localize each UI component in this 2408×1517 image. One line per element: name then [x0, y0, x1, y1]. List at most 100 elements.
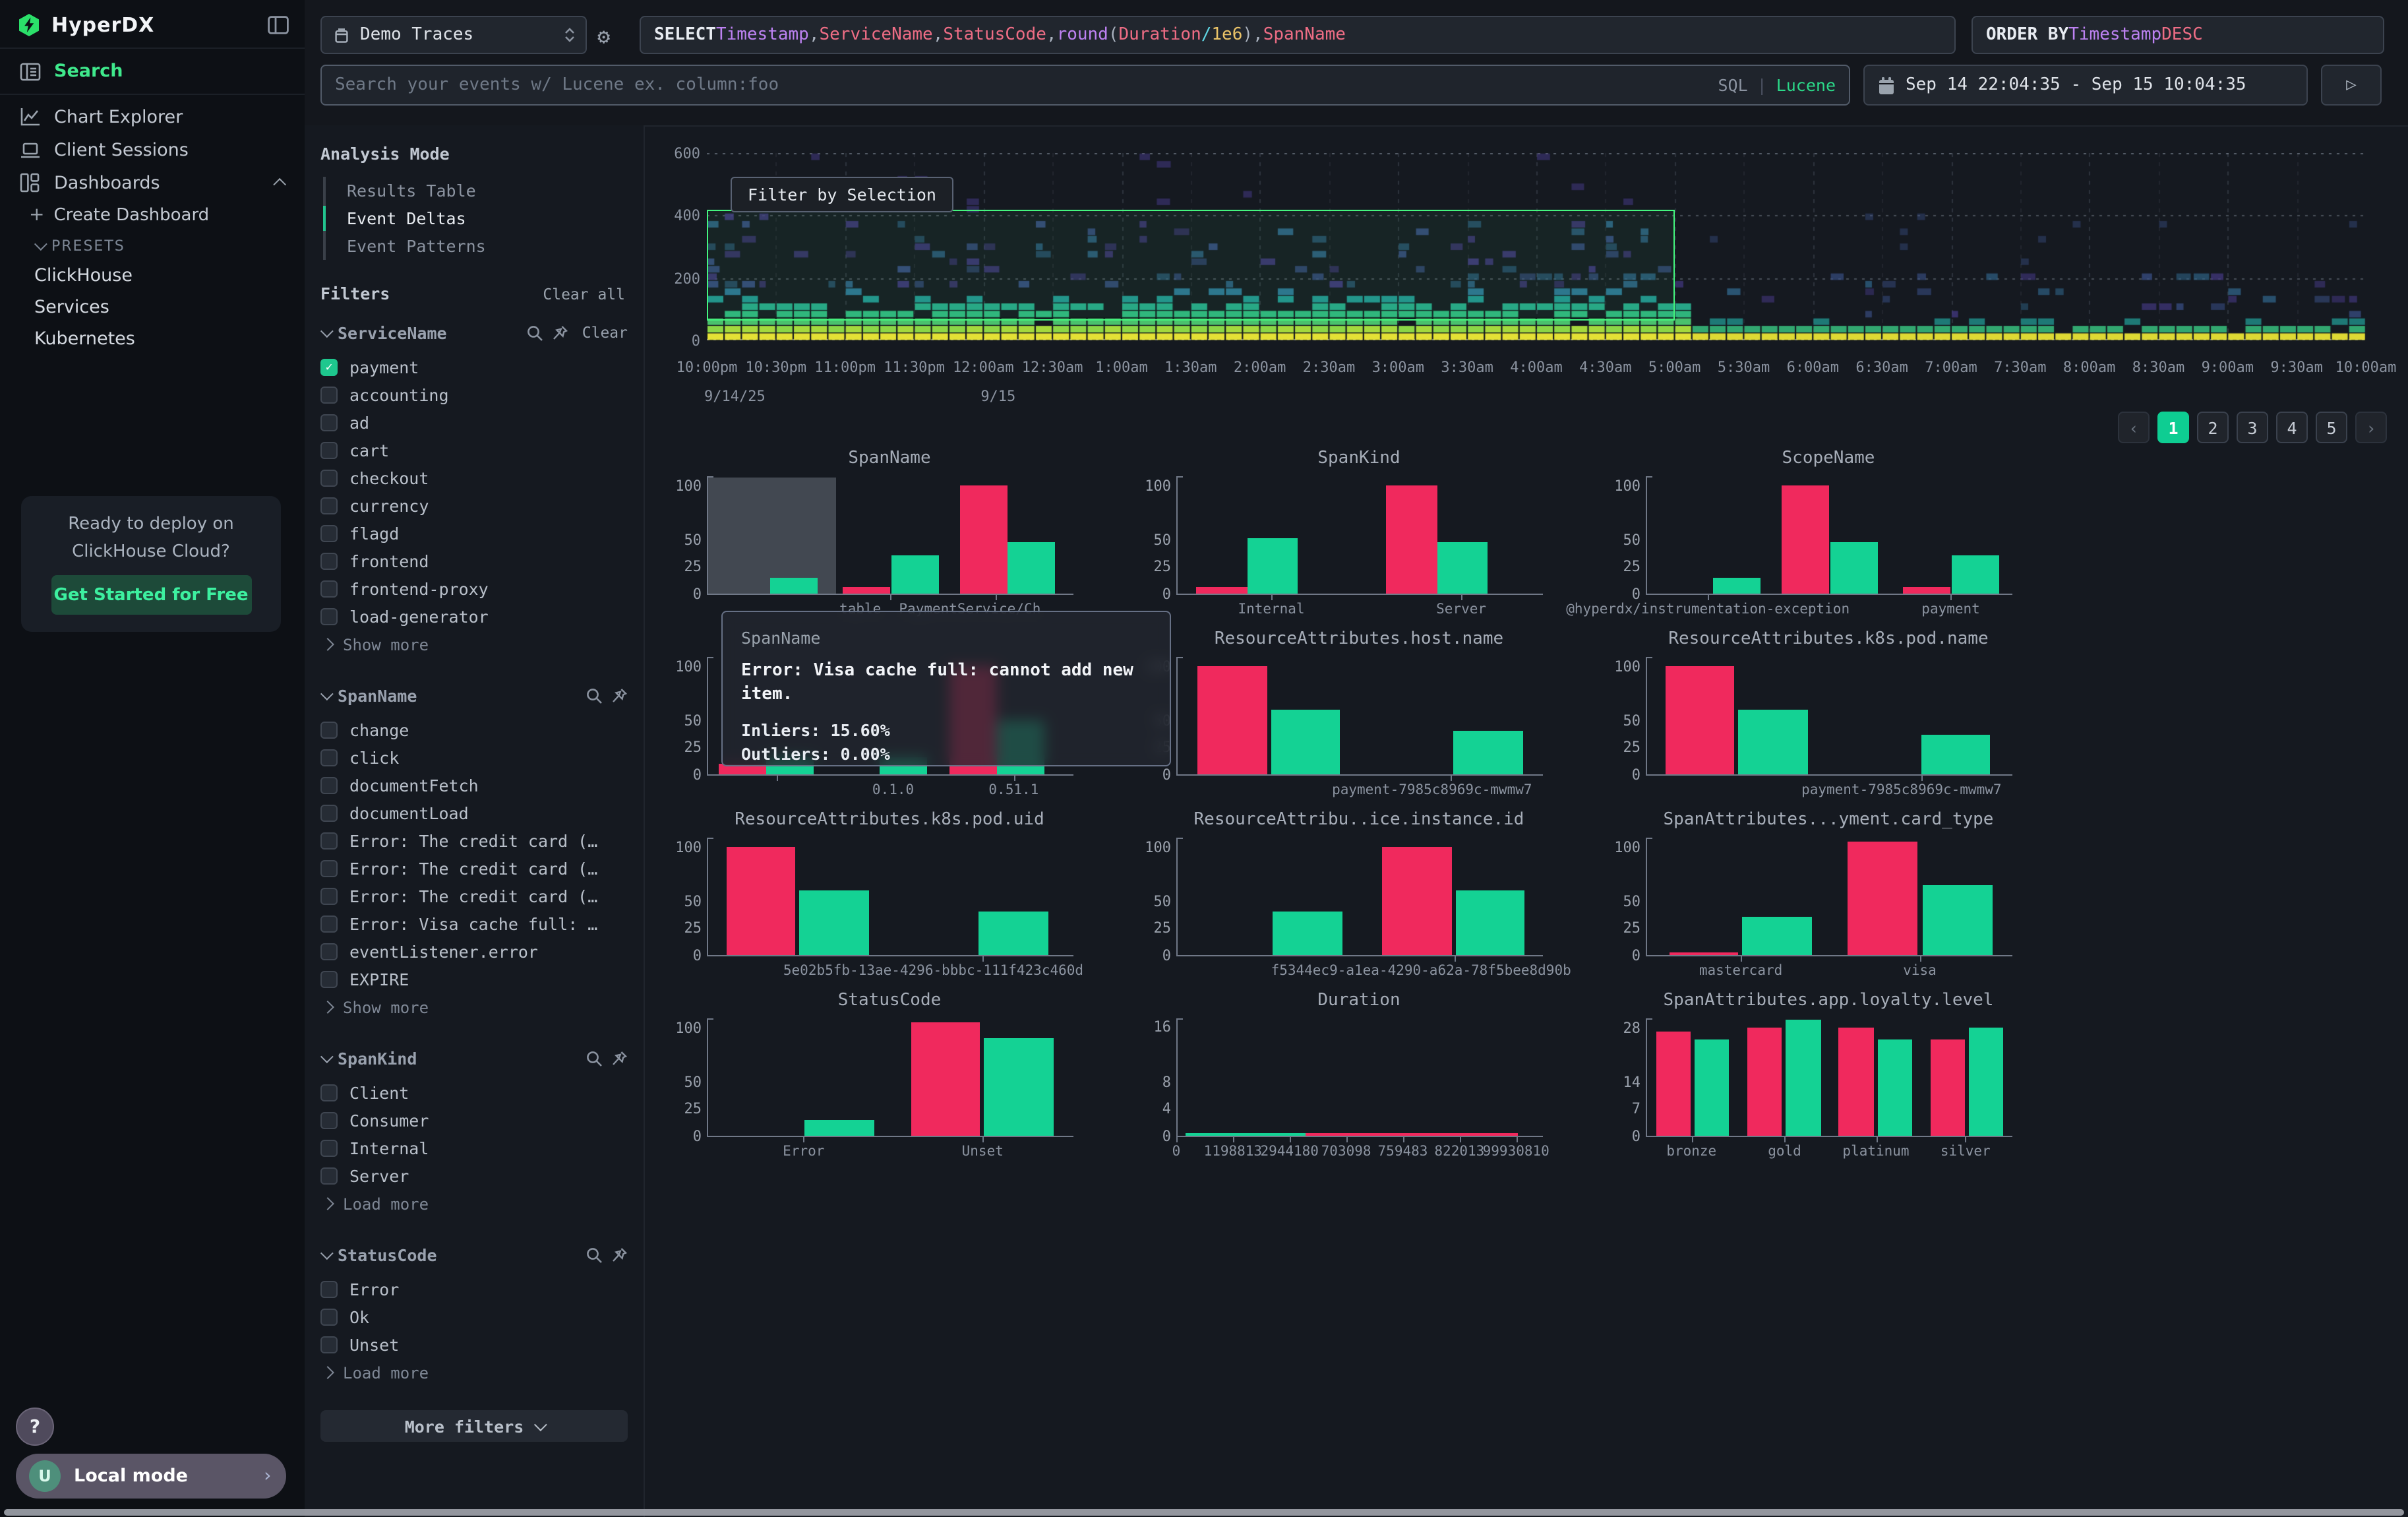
sidebar-item-dashboards[interactable]: Dashboards [0, 166, 305, 199]
chart-plot-area[interactable] [1646, 658, 2012, 776]
filter-checkbox-item[interactable]: Ok [320, 1303, 628, 1331]
analysis-mode-event-patterns[interactable]: Event Patterns [326, 232, 628, 260]
filter-checkbox-item[interactable]: Unset [320, 1331, 628, 1359]
analysis-mode-event-deltas[interactable]: Event Deltas [326, 204, 628, 232]
chart-plot-area[interactable] [707, 1020, 1073, 1137]
clear-all-button[interactable]: Clear all [543, 284, 625, 303]
local-mode-pill[interactable]: U Local mode › [16, 1454, 286, 1499]
checkbox[interactable] [320, 943, 338, 960]
search-icon[interactable] [586, 687, 603, 704]
sidebar-item-client-sessions[interactable]: Client Sessions [0, 133, 305, 166]
gear-icon[interactable]: ⚙ [597, 24, 610, 49]
pagination-page-4[interactable]: 4 [2276, 412, 2308, 443]
pin-icon[interactable] [611, 1246, 628, 1263]
checkbox[interactable] [320, 749, 338, 766]
checkbox[interactable] [320, 1140, 338, 1157]
filter-checkbox-item[interactable]: Consumer [320, 1107, 628, 1134]
filter-checkbox-item[interactable]: Error: The credit card (… [320, 882, 628, 910]
checkbox[interactable] [320, 1167, 338, 1185]
filter-checkbox-item[interactable]: ad [320, 409, 628, 437]
checkbox[interactable] [320, 832, 338, 850]
chevron-down-icon[interactable] [320, 1246, 334, 1259]
filter-checkbox-item[interactable]: cart [320, 437, 628, 464]
checkbox[interactable] [320, 497, 338, 514]
checkbox[interactable] [320, 608, 338, 625]
search-icon[interactable] [586, 1049, 603, 1067]
checkbox[interactable] [320, 722, 338, 739]
sidebar-preset-clickhouse[interactable]: ClickHouse [0, 260, 305, 292]
search-input[interactable]: Search your events w/ Lucene ex. column:… [320, 65, 1850, 106]
filter-group-load-more[interactable]: Load more [320, 1190, 628, 1218]
chevron-down-icon[interactable] [320, 687, 334, 700]
filter-checkbox-item[interactable]: eventListener.error [320, 938, 628, 966]
filter-checkbox-item[interactable]: flagd [320, 520, 628, 547]
filter-checkbox-item[interactable]: load-generator [320, 603, 628, 631]
filter-checkbox-item[interactable]: documentFetch [320, 772, 628, 799]
more-filters-button[interactable]: More filters [320, 1410, 628, 1442]
filter-checkbox-item[interactable]: change [320, 716, 628, 744]
query-language-toggle[interactable]: SQL | Lucene [1718, 75, 1836, 95]
chart-plot-area[interactable] [707, 839, 1073, 956]
filter-checkbox-item[interactable]: frontend [320, 547, 628, 575]
pagination-page-1[interactable]: 1 [2157, 412, 2189, 443]
filter-group-name[interactable]: SpanName [338, 685, 578, 705]
sidebar-preset-services[interactable]: Services [0, 292, 305, 323]
filter-group-clear-button[interactable]: Clear [582, 323, 628, 342]
filter-group-name[interactable]: ServiceName [338, 323, 519, 342]
checkbox[interactable] [320, 387, 338, 404]
filter-checkbox-item[interactable]: Error: Visa cache full: … [320, 910, 628, 938]
sql-select-input[interactable]: SELECT Timestamp, ServiceName, StatusCod… [640, 16, 1956, 54]
help-button[interactable]: ? [16, 1408, 54, 1446]
get-started-button[interactable]: Get Started for Free [51, 575, 251, 615]
chevron-down-icon[interactable] [320, 324, 334, 337]
pagination-page-3[interactable]: 3 [2237, 412, 2268, 443]
chart-plot-area[interactable] [1176, 1020, 1543, 1137]
filter-checkbox-item[interactable]: ✓payment [320, 354, 628, 381]
checkbox[interactable] [320, 1336, 338, 1353]
filter-checkbox-item[interactable]: documentLoad [320, 799, 628, 827]
filter-checkbox-item[interactable]: currency [320, 492, 628, 520]
analysis-mode-results-table[interactable]: Results Table [326, 177, 628, 204]
checkbox[interactable] [320, 1084, 338, 1101]
checkbox[interactable] [320, 580, 338, 598]
sidebar-item-search[interactable]: Search [0, 49, 305, 95]
checkbox[interactable] [320, 414, 338, 431]
checkbox[interactable] [320, 525, 338, 542]
filter-checkbox-item[interactable]: Server [320, 1162, 628, 1190]
sidebar-preset-kubernetes[interactable]: Kubernetes [0, 323, 305, 355]
sidebar-presets-toggle[interactable]: PRESETS [0, 231, 305, 260]
chart-plot-area[interactable] [1176, 839, 1543, 956]
search-icon[interactable] [586, 1246, 603, 1263]
search-icon[interactable] [527, 324, 544, 341]
checkbox[interactable] [320, 915, 338, 933]
date-range-picker[interactable]: Sep 14 22:04:35 - Sep 15 10:04:35 [1863, 65, 2308, 106]
checkbox[interactable] [320, 777, 338, 794]
filter-checkbox-item[interactable]: Error: The credit card (… [320, 827, 628, 855]
pagination-page-5[interactable]: 5 [2316, 412, 2347, 443]
filter-checkbox-item[interactable]: accounting [320, 381, 628, 409]
source-select[interactable]: Demo Traces [320, 16, 587, 54]
pagination-prev-button[interactable]: ‹ [2118, 412, 2150, 443]
lang-sql[interactable]: SQL [1718, 75, 1747, 95]
filter-group-show-more[interactable]: Show more [320, 993, 628, 1021]
filter-checkbox-item[interactable]: frontend-proxy [320, 575, 628, 603]
chart-plot-area[interactable] [1646, 478, 2012, 595]
checkbox[interactable] [320, 888, 338, 905]
pin-icon[interactable] [552, 324, 569, 341]
pin-icon[interactable] [611, 687, 628, 704]
filter-checkbox-item[interactable]: Client [320, 1079, 628, 1107]
checkbox[interactable] [320, 1309, 338, 1326]
pagination-next-button[interactable]: › [2355, 412, 2387, 443]
filter-checkbox-item[interactable]: checkout [320, 464, 628, 492]
chart-plot-area[interactable] [1176, 478, 1543, 595]
filter-checkbox-item[interactable]: click [320, 744, 628, 772]
checkbox[interactable] [320, 860, 338, 877]
checkbox[interactable] [320, 1281, 338, 1298]
filter-group-name[interactable]: SpanKind [338, 1048, 578, 1068]
lang-lucene[interactable]: Lucene [1776, 75, 1836, 95]
chart-plot-area[interactable] [1646, 839, 2012, 956]
horizontal-scrollbar[interactable] [4, 1509, 2404, 1516]
chevron-down-icon[interactable] [320, 1049, 334, 1063]
sidebar-item-chart-explorer[interactable]: Chart Explorer [0, 100, 305, 133]
heatmap-selection-box[interactable] [707, 210, 1675, 321]
